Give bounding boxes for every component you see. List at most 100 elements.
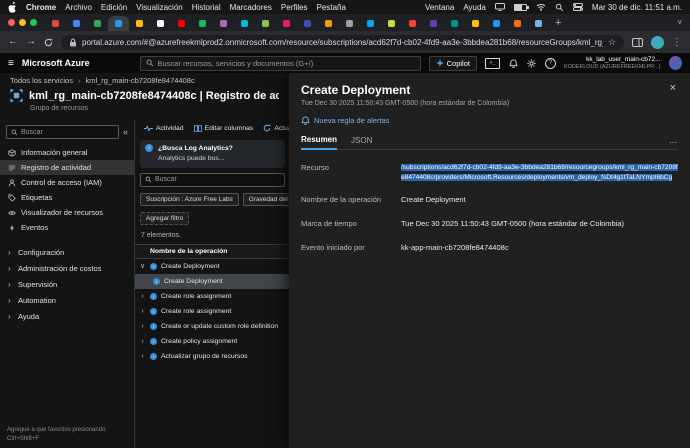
table-header[interactable]: Nombre de la operación — [135, 244, 290, 259]
browser-tab[interactable] — [318, 16, 339, 31]
sidebar-item-informacion-general[interactable]: Información general — [0, 145, 134, 160]
browser-tab[interactable] — [402, 16, 423, 31]
browser-tab[interactable] — [150, 16, 171, 31]
help-icon[interactable]: ? — [545, 58, 556, 69]
azure-brand[interactable]: Microsoft Azure — [22, 58, 90, 68]
table-row[interactable]: › i Create role assignment — [135, 289, 290, 304]
account-block[interactable]: kk_lab_user_main-cb72... KODEKLOUD (AZUR… — [564, 56, 661, 70]
filter-severity-pill[interactable]: Gravedad del ev... — [243, 193, 290, 206]
browser-tab[interactable] — [213, 16, 234, 31]
new-tab-icon[interactable]: + — [555, 18, 561, 29]
menu-marcadores[interactable]: Marcadores — [230, 3, 272, 12]
settings-gear-icon[interactable] — [527, 59, 536, 68]
column-operation-name[interactable]: Nombre de la operación — [150, 248, 227, 255]
menu-pestana[interactable]: Pestaña — [317, 3, 346, 12]
table-row[interactable]: › i Create policy assignment — [135, 334, 290, 349]
more-options-icon[interactable]: … — [669, 136, 678, 149]
table-row[interactable]: › i Create role assignment — [135, 304, 290, 319]
breadcrumb-all-services[interactable]: Todos los servicios — [10, 76, 73, 85]
spotlight-search-icon[interactable] — [555, 3, 564, 12]
tab-search-icon[interactable]: ˅ — [677, 18, 682, 27]
forward-icon[interactable]: → — [26, 37, 36, 47]
browser-tab[interactable] — [486, 16, 507, 31]
site-info-lock-icon[interactable] — [69, 38, 77, 47]
menubar-clock[interactable]: Mar 30 de dic. 11:51 a.m. — [592, 3, 682, 12]
chrome-menu-icon[interactable]: ⋮ — [672, 37, 682, 48]
tab-resumen[interactable]: Resumen — [301, 135, 337, 150]
browser-tab[interactable] — [255, 16, 276, 31]
browser-tab[interactable] — [276, 16, 297, 31]
toolbar-refresh-button[interactable]: Actualizar — [258, 124, 290, 132]
new-alert-rule-button[interactable]: Nueva regla de alertas — [301, 116, 678, 125]
bookmark-star-icon[interactable]: ☆ — [608, 37, 616, 48]
cloud-shell-icon[interactable]: >_ — [485, 58, 500, 69]
minimize-window-icon[interactable] — [19, 19, 26, 26]
filter-subscription-pill[interactable]: Suscripción : Azure Free Labs — [140, 193, 239, 206]
sidebar-item-visualizador-de-recursos[interactable]: Visualizador de recursos — [0, 205, 134, 220]
menu-edicion[interactable]: Edición — [101, 3, 127, 12]
tab-json[interactable]: JSON — [351, 136, 372, 149]
chevron-right-icon[interactable]: › — [139, 353, 146, 360]
apple-logo-icon[interactable] — [8, 2, 17, 13]
browser-tab[interactable] — [360, 16, 381, 31]
add-filter-button[interactable]: Agregar filtro — [140, 212, 189, 225]
browser-tab[interactable] — [297, 16, 318, 31]
chevron-right-icon[interactable]: › — [139, 338, 146, 345]
chevron-right-icon[interactable]: › — [139, 308, 146, 315]
close-window-icon[interactable] — [8, 19, 15, 26]
menu-ayuda[interactable]: Ayuda — [463, 3, 486, 12]
browser-tab[interactable] — [192, 16, 213, 31]
chevron-down-icon[interactable]: ∨ — [139, 262, 146, 270]
menu-ventana[interactable]: Ventana — [425, 3, 454, 12]
browser-tab[interactable] — [465, 16, 486, 31]
close-icon[interactable]: × — [668, 83, 678, 94]
table-row-selected[interactable]: i Create Deployment — [135, 274, 290, 289]
table-row[interactable]: ∨ i Create Deployment — [135, 259, 290, 274]
wifi-icon[interactable] — [536, 3, 546, 11]
table-row[interactable]: › i Actualizar grupo de recursos — [135, 349, 290, 364]
activity-search-input[interactable]: Buscar — [140, 173, 285, 187]
menu-visualizacion[interactable]: Visualización — [136, 3, 183, 12]
azure-search-input[interactable]: Buscar recursos, servicios y documentos … — [140, 56, 421, 71]
chevron-right-icon[interactable]: › — [139, 323, 146, 330]
menu-chrome[interactable]: Chrome — [26, 3, 56, 12]
menu-archivo[interactable]: Archivo — [65, 3, 92, 12]
url-text[interactable]: portal.azure.com/#@azurefreekmlprod2.onm… — [82, 38, 603, 47]
sidebar-search-input[interactable]: Buscar — [6, 125, 119, 139]
sidebar-item-etiquetas[interactable]: Etiquetas — [0, 190, 134, 205]
menu-perfiles[interactable]: Perfiles — [281, 3, 308, 12]
chevron-right-icon[interactable]: › — [139, 293, 146, 300]
reload-icon[interactable] — [44, 38, 53, 47]
browser-tab[interactable] — [339, 16, 360, 31]
battery-icon[interactable] — [514, 4, 527, 11]
toolbar-activity-button[interactable]: Actividad — [139, 125, 189, 132]
browser-tab[interactable] — [528, 16, 549, 31]
field-value-highlighted[interactable]: /subscriptions/acd62f7d-cb02-4fd9-aa3e-3… — [401, 163, 678, 182]
breadcrumb-resource-group[interactable]: kml_rg_main-cb7208fe8474408c — [85, 76, 194, 85]
sidebar-group-ayuda[interactable]: › Ayuda — [0, 308, 134, 324]
menu-historial[interactable]: Historial — [192, 3, 221, 12]
field-value[interactable]: kk-app-main-cb7208fe8474408c — [401, 243, 678, 254]
browser-tab[interactable] — [423, 16, 444, 31]
sidebar-item-eventos[interactable]: Eventos — [0, 220, 134, 235]
sidebar-item-registro-de-actividad[interactable]: Registro de actividad — [0, 160, 134, 175]
address-bar[interactable]: portal.azure.com/#@azurefreekmlprod2.onm… — [61, 35, 624, 50]
side-panel-icon[interactable] — [632, 38, 643, 47]
browser-tab[interactable] — [171, 16, 192, 31]
log-analytics-banner[interactable]: i ¿Busca Log Analytics? Analytics puede … — [140, 140, 285, 168]
browser-tab[interactable] — [87, 16, 108, 31]
browser-tab[interactable] — [234, 16, 255, 31]
back-icon[interactable]: ← — [8, 37, 18, 47]
control-center-icon[interactable] — [573, 3, 583, 11]
sidebar-collapse-icon[interactable]: « — [123, 127, 128, 137]
toolbar-edit-columns-button[interactable]: Editar columnas — [189, 125, 259, 132]
browser-tab[interactable] — [66, 16, 87, 31]
fullscreen-window-icon[interactable] — [30, 19, 37, 26]
browser-tab[interactable] — [129, 16, 150, 31]
browser-tab[interactable] — [507, 16, 528, 31]
browser-tab[interactable] — [381, 16, 402, 31]
browser-tab[interactable] — [45, 16, 66, 31]
display-status-icon[interactable] — [495, 3, 505, 11]
sidebar-item-control-de-acceso-iam[interactable]: Control de acceso (IAM) — [0, 175, 134, 190]
sidebar-group-administracion-de-costos[interactable]: › Administración de costos — [0, 260, 134, 276]
